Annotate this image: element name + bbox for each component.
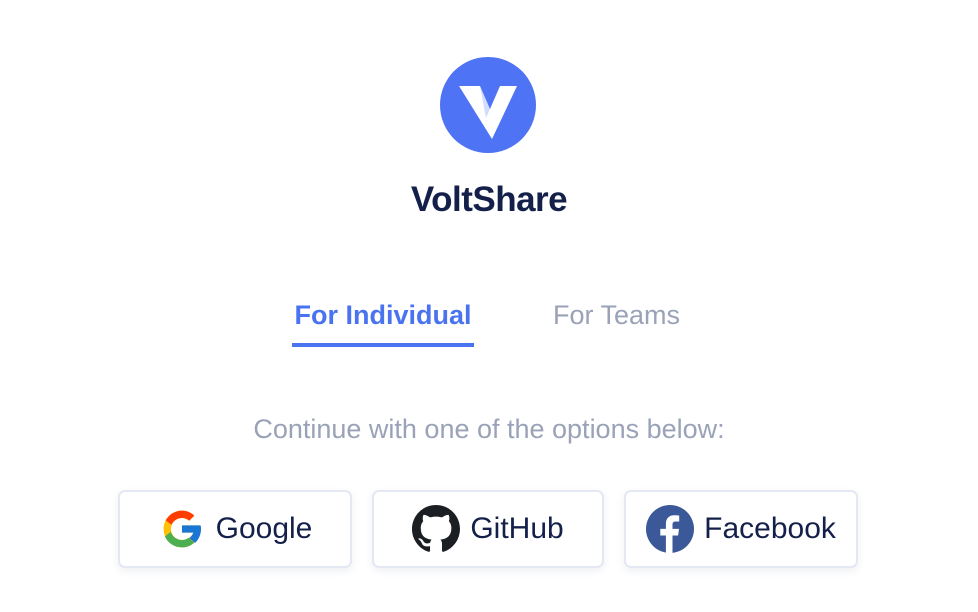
brand-name: VoltShare bbox=[410, 180, 568, 219]
tab-for-individual[interactable]: For Individual bbox=[292, 300, 474, 347]
facebook-icon bbox=[646, 505, 695, 553]
google-login-button[interactable]: Google bbox=[118, 490, 352, 568]
google-label: Google bbox=[215, 512, 313, 545]
voltshare-logo-icon bbox=[440, 57, 536, 153]
github-login-button[interactable]: GitHub bbox=[372, 490, 604, 568]
github-icon bbox=[412, 505, 461, 553]
voltshare-logo bbox=[440, 57, 536, 153]
facebook-login-button[interactable]: Facebook bbox=[624, 490, 858, 568]
github-label: GitHub bbox=[470, 512, 564, 545]
options-prompt: Continue with one of the options below: bbox=[253, 414, 725, 444]
google-icon bbox=[158, 505, 206, 553]
facebook-label: Facebook bbox=[704, 512, 836, 545]
tab-for-teams[interactable]: For Teams bbox=[553, 300, 680, 331]
